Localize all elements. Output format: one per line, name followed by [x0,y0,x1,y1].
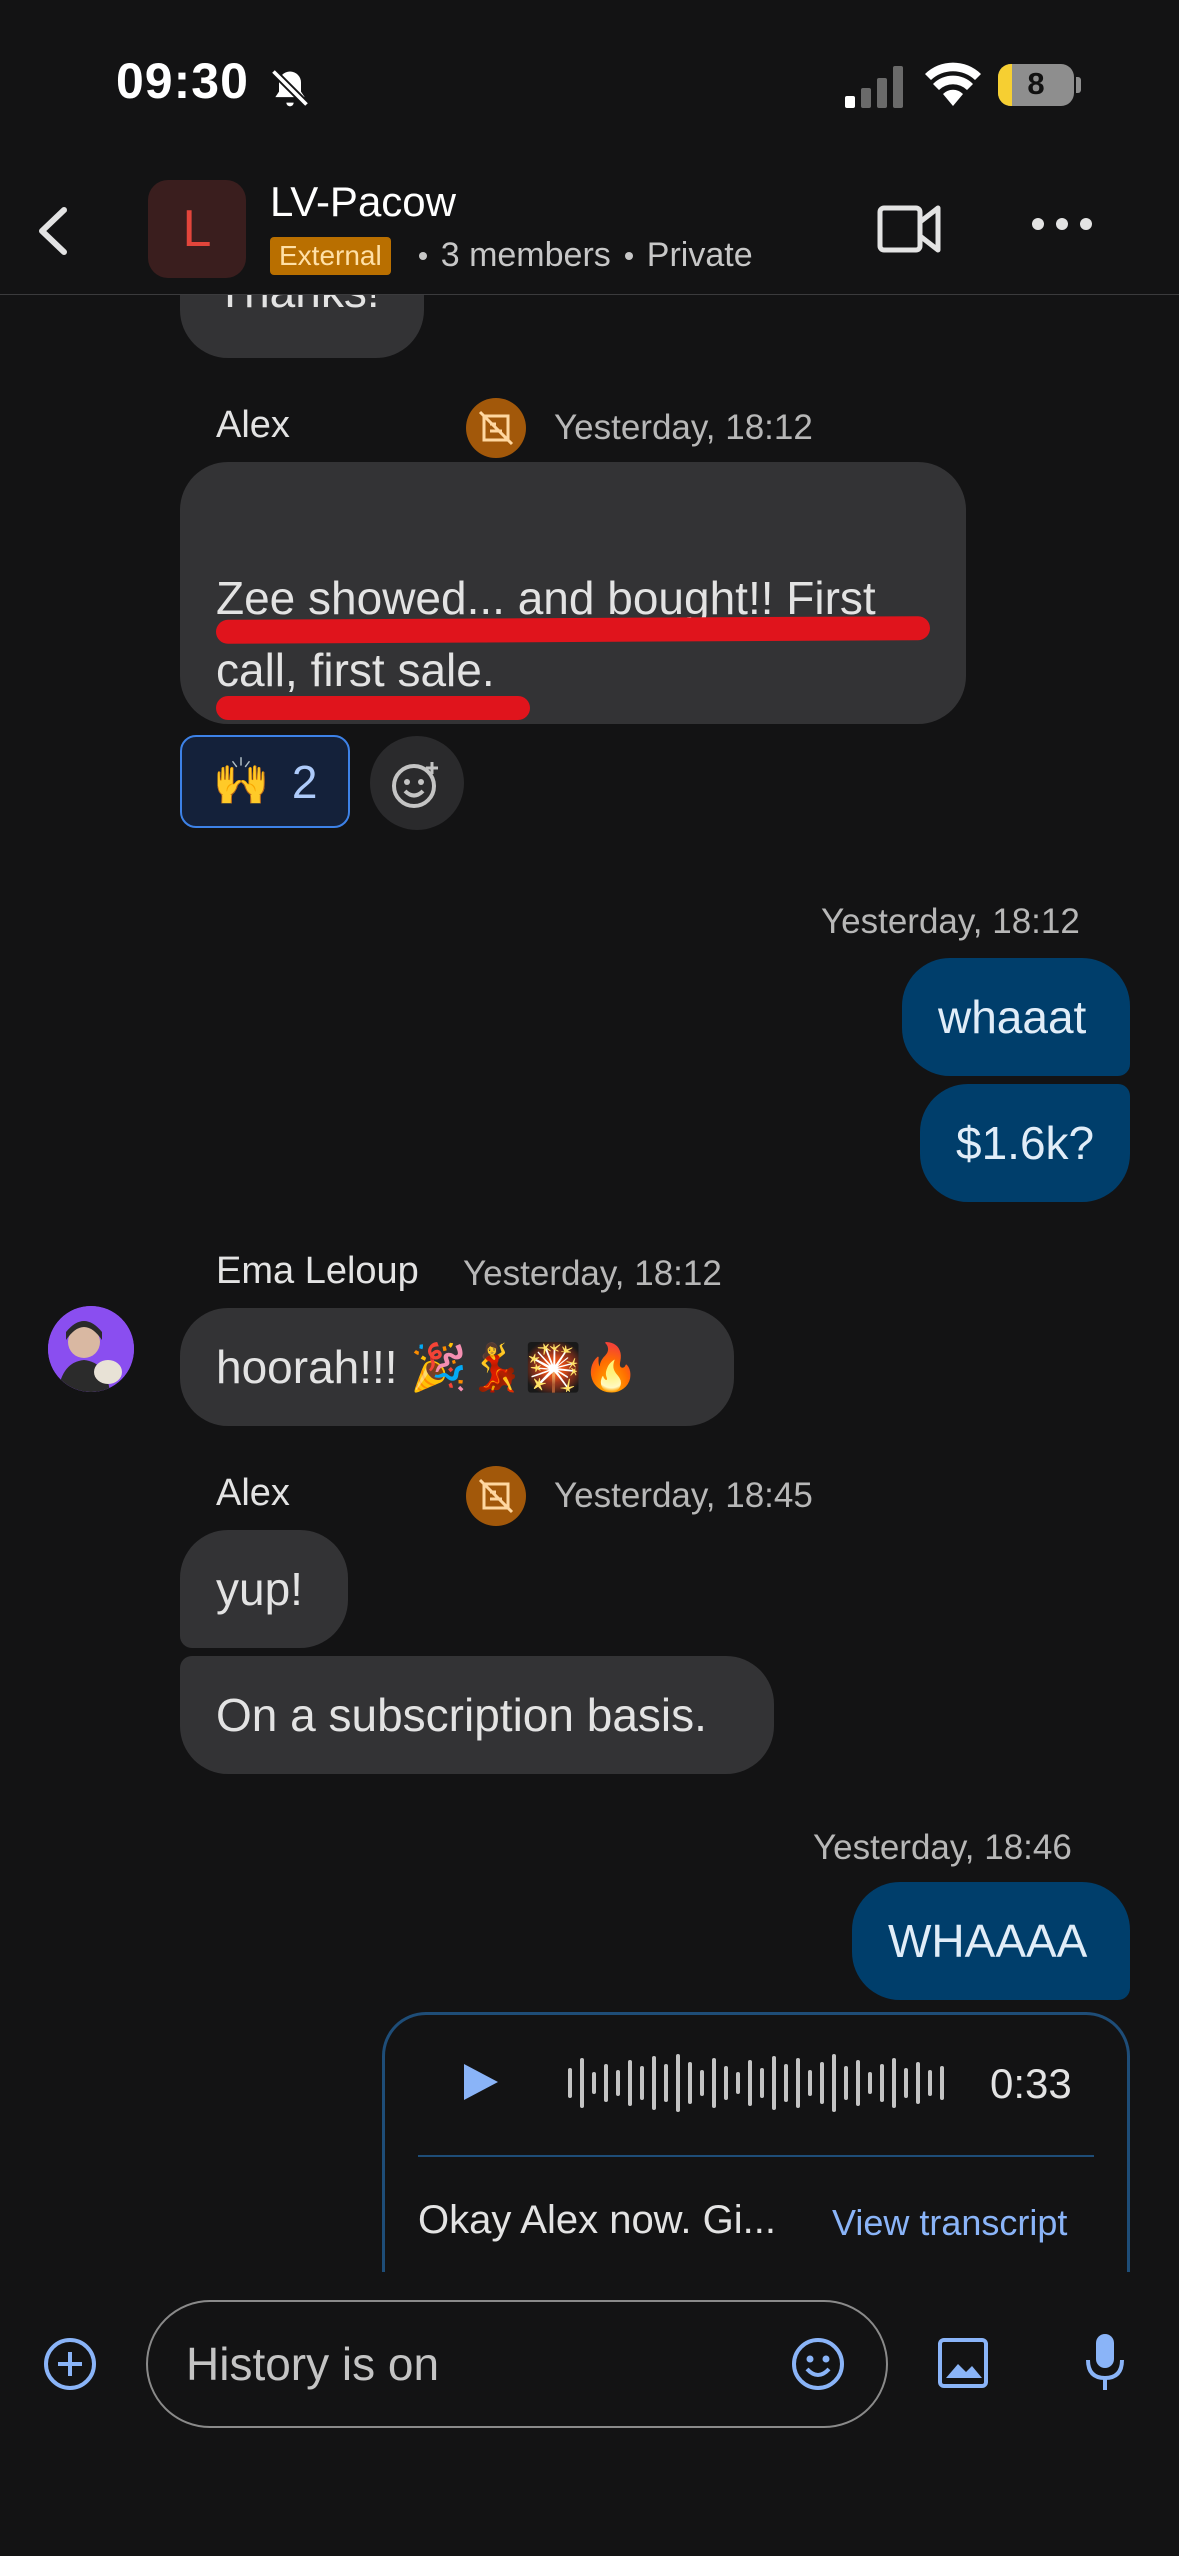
bell-muted-icon [270,68,310,108]
battery-tip [1076,77,1081,93]
message-timestamp: Yesterday, 18:45 [554,1476,813,1515]
emoji-icon[interactable] [788,2334,848,2394]
highlight-underline [215,616,931,644]
external-user-icon [466,1466,526,1526]
external-user-icon [466,398,526,458]
message-bubble[interactable]: yup! [180,1530,348,1648]
add-reaction-button[interactable] [370,736,464,830]
sender-name: Alex [216,1472,290,1514]
message-bubble[interactable]: Zee showed... and bought!! First call, f… [180,462,966,724]
back-arrow-icon[interactable] [22,196,92,266]
message-input-placeholder: History is on [186,2338,440,2390]
reaction-emoji: 🙌 [212,755,270,807]
message-bubble[interactable]: hoorah!!! 🎉💃🎇🔥 [180,1308,734,1426]
play-icon[interactable] [450,2054,506,2110]
video-call-icon[interactable] [876,200,942,256]
separator-dot [418,251,427,260]
building-off-icon [478,410,514,446]
transcript-preview: Okay Alex now. Gi... [418,2198,776,2242]
group-title[interactable]: LV-Pacow [270,178,456,226]
message-text: $1.6k? [956,1117,1095,1169]
avatar-photo [48,1306,134,1392]
voice-duration: 0:33 [990,2060,1072,2107]
message-timestamp: Yesterday, 18:12 [554,408,813,447]
more-options-icon[interactable] [1030,214,1094,234]
sender-name: Ema Leloup [216,1250,419,1292]
message-text: On a subscription basis. [216,1689,707,1741]
separator-dot [624,251,633,260]
highlight-underline [216,696,530,720]
my-message-bubble[interactable]: whaaat [902,958,1130,1076]
my-message-bubble[interactable]: WHAAAA [852,1882,1130,2000]
audio-waveform[interactable] [568,2050,954,2116]
message-text: yup! [216,1563,303,1615]
user-avatar[interactable] [48,1306,134,1392]
message-timestamp: Yesterday, 18:46 [813,1828,1072,1867]
member-count: 3 members [440,236,611,274]
battery-level: 8 [1027,66,1045,101]
external-badge: External [270,236,391,275]
building-off-icon [478,1478,514,1514]
status-time: 09:30 [116,53,249,109]
chat-header: L LV-Pacow External 3 members Private [0,170,1179,295]
privacy-label: Private [646,236,753,274]
wifi-icon [925,62,981,106]
add-emoji-icon [392,762,438,808]
voice-divider [418,2155,1094,2157]
message-text: hoorah!!! 🎉💃🎇🔥 [216,1341,640,1393]
message-text: WHAAAA [888,1915,1088,1967]
microphone-icon[interactable] [1080,2330,1130,2396]
group-avatar[interactable]: L [148,180,246,278]
my-message-bubble[interactable]: $1.6k? [920,1084,1130,1202]
group-subtitle: External 3 members Private [270,236,753,275]
view-transcript-link[interactable]: View transcript [832,2202,1067,2244]
image-icon[interactable] [934,2334,992,2392]
sender-name: Alex [216,404,290,446]
message-text: whaaat [938,991,1087,1043]
battery-indicator: 8 [998,64,1074,106]
reaction-chip[interactable]: 🙌 2 [180,735,350,828]
reaction-count: 2 [291,755,318,808]
message-timestamp: Yesterday, 18:12 [821,902,1080,941]
message-timestamp: Yesterday, 18:12 [463,1254,722,1293]
cellular-signal-icon [845,66,903,108]
message-bubble[interactable]: On a subscription basis. [180,1656,774,1774]
add-icon[interactable] [42,2336,98,2392]
